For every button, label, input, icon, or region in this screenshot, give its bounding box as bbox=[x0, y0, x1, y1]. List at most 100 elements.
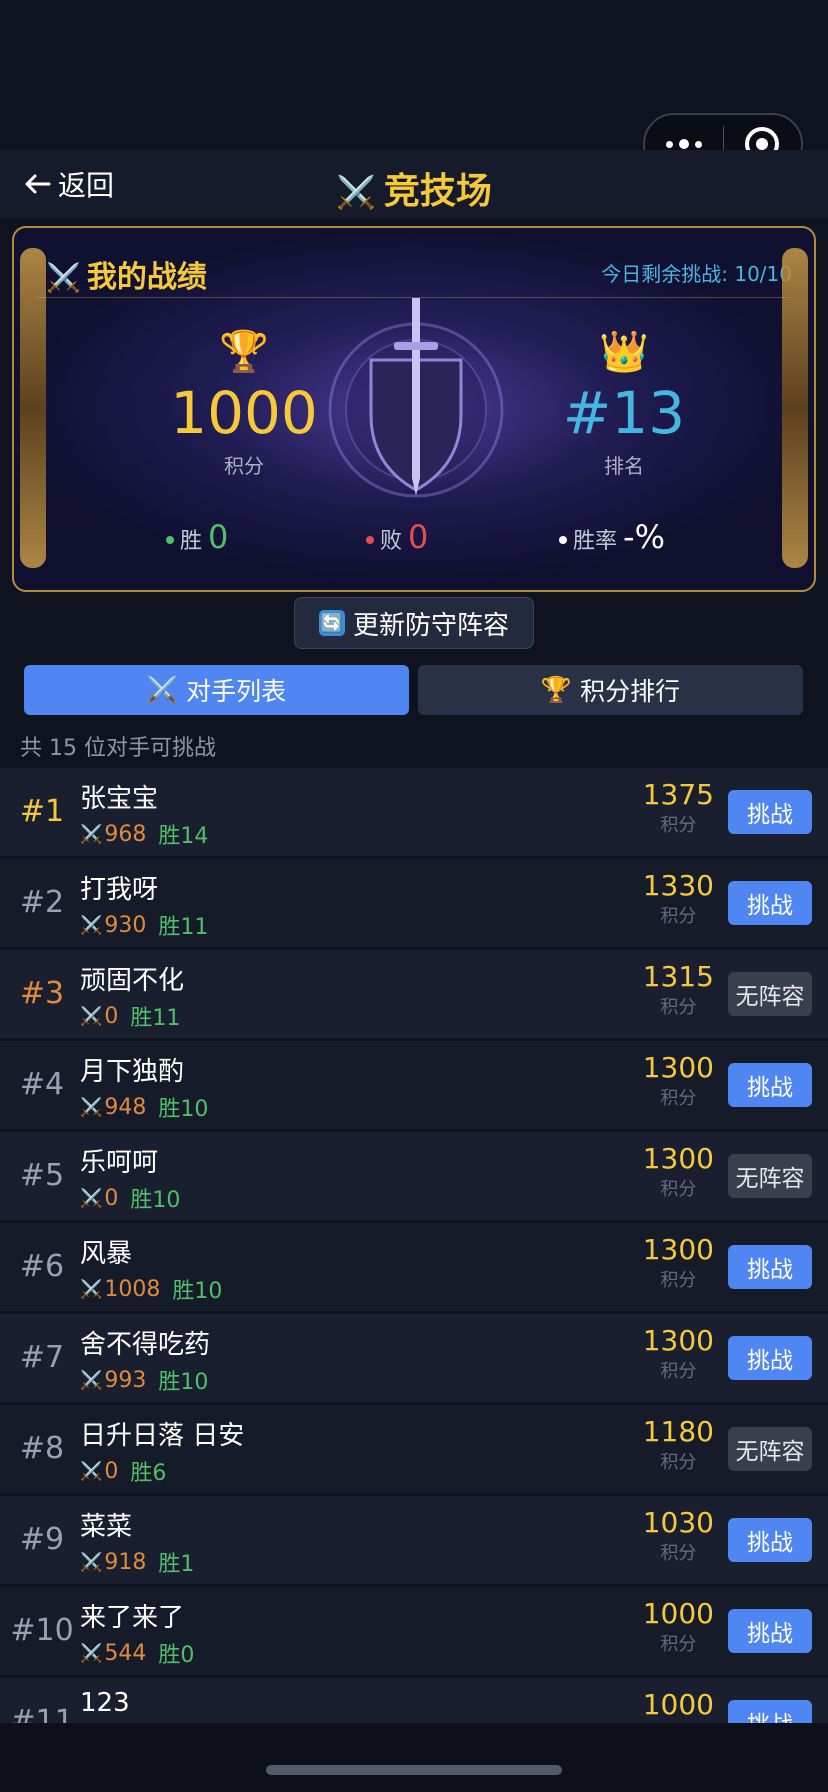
row-rank: #11 bbox=[10, 1704, 74, 1723]
score-stat: 🏆 1000 积分 bbox=[124, 328, 364, 479]
power-value: 0 bbox=[104, 1003, 119, 1029]
swords-icon: ⚔️ bbox=[80, 1369, 103, 1391]
red-dot-icon bbox=[366, 536, 374, 544]
trophy-icon: 🏆 bbox=[540, 675, 573, 704]
challenge-button[interactable]: 挑战 bbox=[728, 1700, 812, 1723]
opponent-list[interactable]: #1 张宝宝 ⚔️ 968 胜14 1375 积分 挑战 #2 打我呀 ⚔️ 930… bbox=[0, 768, 828, 1723]
challenge-button[interactable]: 挑战 bbox=[728, 1336, 812, 1380]
score-unit: 积分 bbox=[660, 997, 697, 1018]
record-title: ⚔️ 我的战绩 bbox=[46, 252, 207, 296]
score-label: 积分 bbox=[224, 454, 264, 478]
nav-bar: 返回 ⚔️ 竞技场 bbox=[0, 150, 828, 218]
wins-value: 0 bbox=[208, 518, 229, 556]
player-name: 菜菜 bbox=[80, 1512, 133, 1542]
power-stat: ⚔️ 0 bbox=[80, 1004, 118, 1029]
challenge-button[interactable]: 挑战 bbox=[728, 881, 812, 925]
no-lineup-button[interactable]: 无阵容 bbox=[728, 1154, 812, 1198]
power-stat: ⚔️ 993 bbox=[80, 1368, 146, 1393]
score-box: 1300 积分 bbox=[643, 1233, 714, 1292]
my-record-card: ⚔️ 我的战绩 今日剩余挑战: 10/10 🏆 1000 积分 👑 #13 排名 … bbox=[12, 226, 816, 592]
wins-count: 胜11 bbox=[130, 1006, 181, 1031]
power-stat: ⚔️ 0 bbox=[80, 1459, 118, 1484]
score-box: 1000 积分 bbox=[643, 1597, 714, 1656]
power-stat: ⚔️ 948 bbox=[80, 1095, 146, 1120]
home-indicator[interactable] bbox=[266, 1765, 562, 1775]
challenge-button[interactable]: 挑战 bbox=[728, 1245, 812, 1289]
opponent-count: 共 15 位对手可挑战 bbox=[20, 736, 216, 761]
player-name: 风暴 bbox=[80, 1239, 133, 1269]
crown-icon: 👑 bbox=[599, 329, 649, 375]
bottom-safe-area bbox=[0, 1723, 828, 1792]
player-stats: ⚔️ 1008 胜10 bbox=[80, 1273, 222, 1305]
power-value: 0 bbox=[104, 1458, 119, 1484]
update-defense-button[interactable]: 🔄 更新防守阵容 bbox=[294, 597, 534, 649]
score-box: 1300 积分 bbox=[643, 1051, 714, 1110]
swords-icon: ⚔️ bbox=[336, 173, 376, 211]
wins-count: 胜10 bbox=[158, 1097, 209, 1122]
player-stats: ⚔️ 918 胜1 bbox=[80, 1546, 194, 1578]
table-row: #1 张宝宝 ⚔️ 968 胜14 1375 积分 挑战 bbox=[0, 768, 828, 856]
win-rate-value: -% bbox=[623, 518, 665, 556]
swords-icon: ⚔️ bbox=[80, 1460, 103, 1482]
player-stats: ⚔️ 0 胜10 bbox=[80, 1182, 180, 1214]
score-box: 1300 积分 bbox=[643, 1142, 714, 1201]
row-rank: #8 bbox=[19, 1431, 65, 1466]
no-lineup-button[interactable]: 无阵容 bbox=[728, 972, 812, 1016]
rank-stat: 👑 #13 排名 bbox=[504, 328, 744, 479]
challenges-remaining: 今日剩余挑战: 10/10 bbox=[601, 262, 792, 286]
challenge-button[interactable]: 挑战 bbox=[728, 1609, 812, 1653]
wins-count: 胜6 bbox=[130, 1461, 167, 1486]
table-row: #10 来了来了 ⚔️ 544 胜0 1000 积分 挑战 bbox=[0, 1587, 828, 1675]
losses-label: 败 bbox=[380, 529, 403, 554]
row-rank: #3 bbox=[19, 976, 65, 1011]
tab-ranking[interactable]: 🏆 积分排行 bbox=[418, 665, 803, 715]
wins-count: 胜14 bbox=[158, 824, 209, 849]
score-points: 1000 bbox=[642, 1597, 714, 1630]
score-unit: 积分 bbox=[660, 1452, 697, 1473]
green-dot-icon bbox=[166, 536, 174, 544]
rank-value: #13 bbox=[562, 379, 686, 447]
score-unit: 积分 bbox=[660, 1179, 697, 1200]
row-rank: #4 bbox=[19, 1067, 65, 1102]
score-points: 1030 bbox=[642, 1506, 714, 1539]
row-rank: #2 bbox=[19, 885, 65, 920]
score-points: 1315 bbox=[642, 960, 714, 993]
table-row: #5 乐呵呵 ⚔️ 0 胜10 1300 积分 无阵容 bbox=[0, 1132, 828, 1220]
player-stats: ⚔️ 544 胜0 bbox=[80, 1637, 194, 1669]
score-points: 1300 bbox=[642, 1324, 714, 1357]
player-name: 舍不得吃药 bbox=[80, 1330, 211, 1360]
power-value: 1008 bbox=[104, 1276, 161, 1302]
wins-count: 胜10 bbox=[158, 1370, 209, 1395]
win-rate-stat: 胜率 -% bbox=[559, 518, 665, 556]
record-title-text: 我的战绩 bbox=[86, 260, 207, 295]
power-stat: ⚔️ 1008 bbox=[80, 1277, 160, 1302]
page-title: ⚔️ 竞技场 bbox=[0, 162, 828, 214]
swords-icon: ⚔️ bbox=[80, 1096, 103, 1118]
score-unit: 积分 bbox=[660, 1270, 697, 1291]
wins-label: 胜 bbox=[180, 529, 203, 554]
no-lineup-button[interactable]: 无阵容 bbox=[728, 1427, 812, 1471]
table-row: #3 顽固不化 ⚔️ 0 胜11 1315 积分 无阵容 bbox=[0, 950, 828, 1038]
wins-count: 胜10 bbox=[130, 1188, 181, 1213]
power-stat: ⚔️ 544 bbox=[80, 1641, 146, 1666]
challenge-button[interactable]: 挑战 bbox=[728, 1063, 812, 1107]
score-points: 1300 bbox=[642, 1142, 714, 1175]
tab-opponents[interactable]: ⚔️ 对手列表 bbox=[24, 665, 409, 715]
score-points: 1375 bbox=[642, 778, 714, 811]
score-points: 1000 bbox=[642, 1688, 714, 1721]
player-name: 月下独酌 bbox=[80, 1057, 185, 1087]
score-value: 1000 bbox=[170, 379, 318, 447]
power-value: 0 bbox=[104, 1185, 119, 1211]
score-points: 1300 bbox=[642, 1051, 714, 1084]
score-unit: 积分 bbox=[660, 906, 697, 927]
row-rank: #9 bbox=[19, 1522, 65, 1557]
swords-icon: ⚔️ bbox=[80, 1278, 103, 1300]
challenge-button[interactable]: 挑战 bbox=[728, 1518, 812, 1562]
refresh-icon: 🔄 bbox=[318, 610, 345, 636]
power-stat: ⚔️ 0 bbox=[80, 1186, 118, 1211]
power-value: 918 bbox=[104, 1549, 147, 1575]
challenge-button[interactable]: 挑战 bbox=[728, 790, 812, 834]
wins-stat: 胜 0 bbox=[166, 518, 228, 556]
score-points: 1330 bbox=[642, 869, 714, 902]
player-stats: ⚔️ 0 胜6 bbox=[80, 1455, 166, 1487]
